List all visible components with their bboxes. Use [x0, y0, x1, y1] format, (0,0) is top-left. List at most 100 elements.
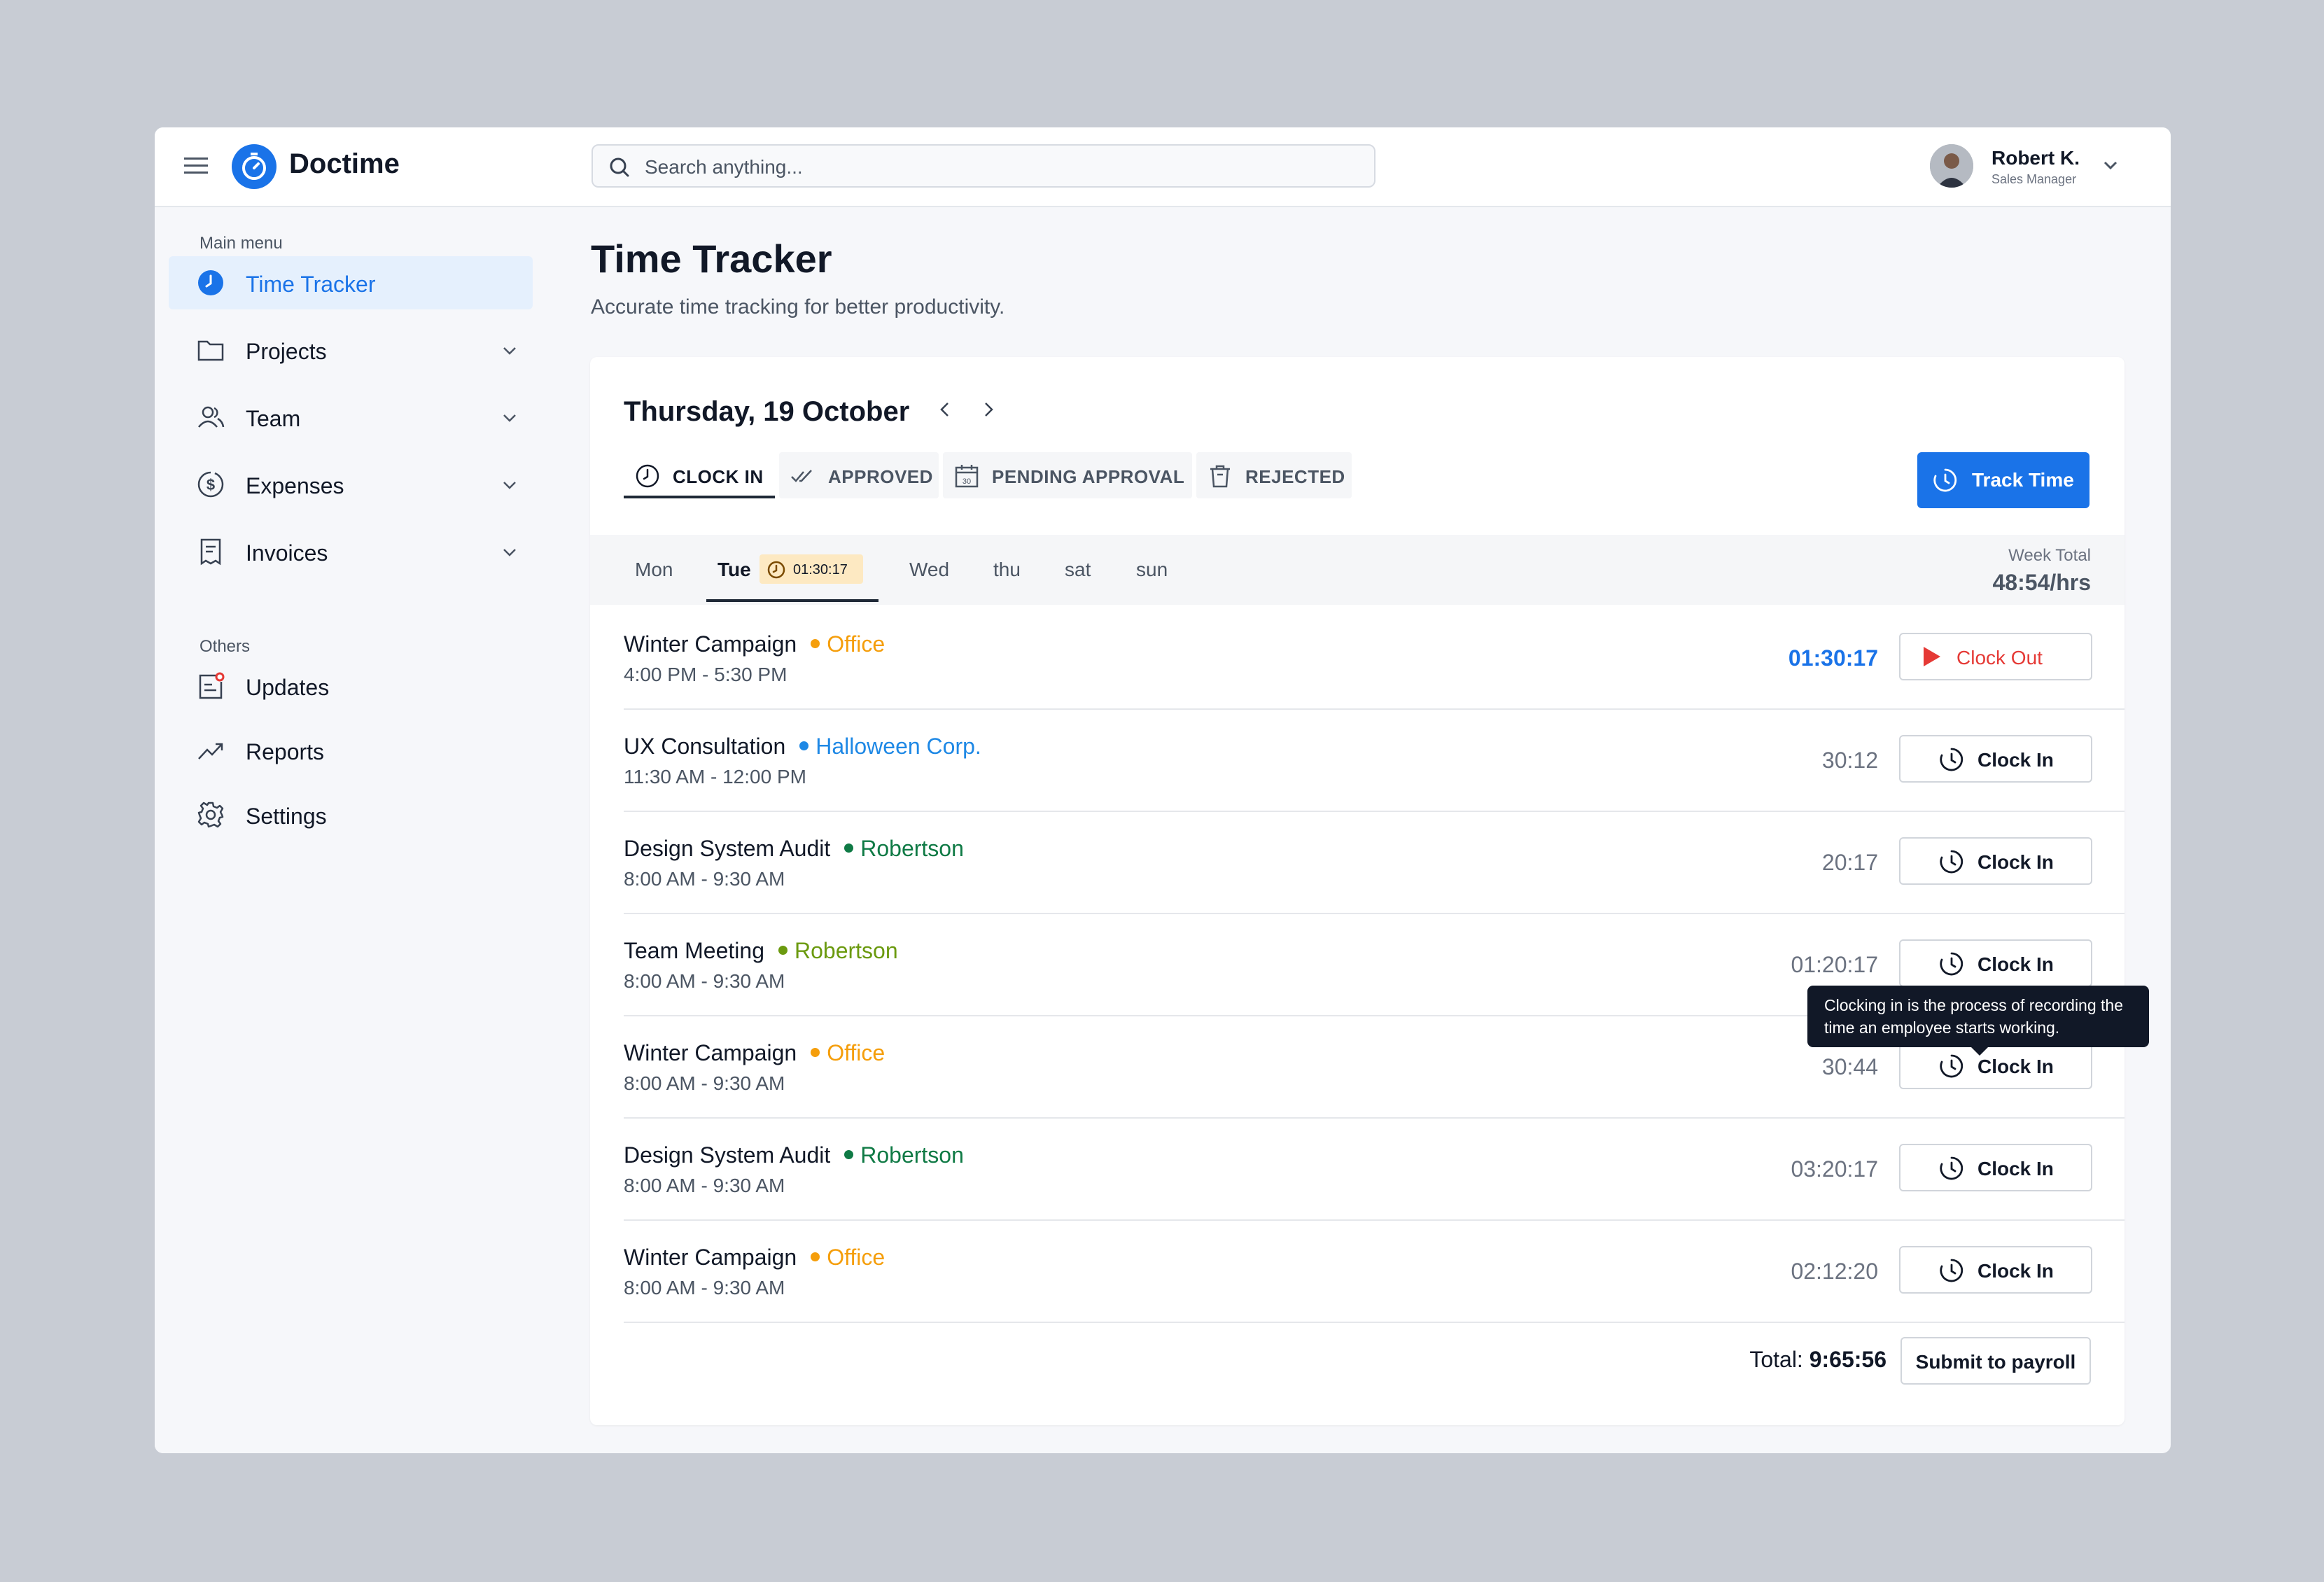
entry-client: Office: [827, 631, 886, 657]
clock-icon: [1933, 468, 1957, 492]
sidebar-item-projects[interactable]: Projects: [169, 323, 533, 377]
svg-text:$: $: [206, 476, 215, 493]
day-tab-sat[interactable]: sat: [1065, 559, 1091, 581]
chevron-down-icon[interactable]: [500, 476, 519, 494]
clock-in-button[interactable]: Clock In: [1899, 735, 2092, 783]
entry-project: Winter Campaign: [624, 1040, 797, 1065]
track-time-button[interactable]: Track Time: [1917, 452, 2090, 508]
tab-label: REJECTED: [1245, 466, 1345, 487]
team-icon: [198, 406, 225, 428]
clock-in-label: Clock In: [1977, 851, 2054, 873]
svg-text:30: 30: [962, 477, 971, 486]
clock-in-button[interactable]: Clock In: [1899, 837, 2092, 885]
avatar[interactable]: [1930, 144, 1973, 188]
clock-in-button[interactable]: Clock In: [1899, 1246, 2092, 1294]
clock-in-label: Clock In: [1977, 1158, 2054, 1180]
updates-icon: [199, 672, 225, 699]
tab-pending-approval[interactable]: 30 PENDING APPROVAL: [943, 452, 1192, 498]
sidebar-item-label: Reports: [246, 739, 325, 764]
time-tracker-card: Thursday, 19 October CLOCK IN APPROVED 3…: [590, 357, 2124, 1425]
double-check-icon: [791, 470, 812, 482]
chevron-down-icon[interactable]: [500, 543, 519, 561]
trash-icon: [1210, 465, 1230, 488]
entry-project: UX Consultation: [624, 734, 786, 759]
invoice-icon: [200, 538, 221, 566]
day-tab-tue[interactable]: Tue: [718, 559, 751, 581]
running-timer-badge: 01:30:17: [760, 554, 863, 584]
folder-icon: [197, 340, 224, 361]
tab-rejected[interactable]: REJECTED: [1196, 452, 1352, 498]
sidebar-item-label: Updates: [246, 675, 330, 700]
clock-in-button[interactable]: Clock In: [1899, 1144, 2092, 1191]
sidebar-item-team[interactable]: Team: [169, 391, 533, 444]
sidebar-item-label: Time Tracker: [246, 272, 376, 297]
clock-out-label: Clock Out: [1956, 647, 2043, 668]
day-tab-thu[interactable]: thu: [993, 559, 1021, 581]
total-summary: Total: 9:65:56: [1749, 1347, 1886, 1373]
page-title: Time Tracker: [591, 237, 832, 281]
entry-client: Halloween Corp.: [816, 734, 981, 759]
sidebar-item-updates[interactable]: Updates: [169, 659, 533, 713]
search-input[interactable]: [643, 153, 1346, 182]
chevron-right-icon[interactable]: [978, 399, 999, 420]
play-icon: [1924, 647, 1940, 666]
clock-icon: [198, 270, 223, 295]
submit-to-payroll-button[interactable]: Submit to payroll: [1900, 1337, 2091, 1385]
time-entry-row: Winter Campaign Office 4:00 PM - 5:30 PM …: [624, 606, 2124, 710]
entry-client: Robertson: [794, 938, 898, 963]
client-dot: [778, 946, 788, 955]
clock-in-button[interactable]: Clock In: [1899, 1042, 2092, 1089]
chevron-down-icon[interactable]: [500, 409, 519, 427]
tab-approved[interactable]: APPROVED: [779, 452, 939, 498]
week-total-value: 48:54/hrs: [1992, 570, 2091, 595]
clock-icon: [1940, 952, 1963, 976]
sidebar-item-expenses[interactable]: $ Expenses: [169, 458, 533, 511]
dollar-icon: $: [197, 471, 224, 498]
clock-in-label: Clock In: [1977, 953, 2054, 975]
active-day-indicator: [706, 599, 878, 602]
main-menu-label: Main menu: [200, 234, 283, 253]
entry-duration: 20:17: [1821, 850, 1878, 875]
day-tab-sun[interactable]: sun: [1136, 559, 1168, 581]
entry-duration: 30:44: [1821, 1054, 1878, 1079]
entry-time-range: 8:00 AM - 9:30 AM: [624, 970, 785, 992]
entry-duration: 02:12:20: [1791, 1259, 1878, 1284]
tab-clock-in[interactable]: CLOCK IN: [624, 452, 775, 498]
client-dot: [811, 1048, 820, 1058]
entry-client: Office: [827, 1245, 886, 1270]
sidebar-item-time-tracker[interactable]: Time Tracker: [169, 256, 533, 309]
clock-in-label: Clock In: [1977, 1056, 2054, 1077]
entry-time-range: 8:00 AM - 9:30 AM: [624, 1277, 785, 1298]
clock-icon: [1940, 1156, 1963, 1180]
sidebar: Main menu Time Tracker Projects Team $ E…: [155, 207, 547, 1453]
chevron-left-icon[interactable]: [934, 399, 955, 420]
sidebar-item-reports[interactable]: Reports: [169, 724, 533, 777]
client-dot: [811, 639, 820, 649]
sidebar-item-invoices[interactable]: Invoices: [169, 525, 533, 578]
entry-duration: 30:12: [1821, 748, 1878, 773]
day-tab-wed[interactable]: Wed: [909, 559, 949, 581]
week-total-label: Week Total: [2008, 546, 2091, 565]
gear-icon: [197, 802, 224, 828]
clock-in-label: Clock In: [1977, 1260, 2054, 1282]
time-entry-row: Design System Audit Robertson 8:00 AM - 9…: [624, 811, 2124, 914]
tab-label: CLOCK IN: [673, 466, 764, 487]
clock-out-button[interactable]: Clock Out: [1899, 633, 2092, 680]
entry-project: Winter Campaign: [624, 1245, 797, 1270]
chevron-down-icon[interactable]: [2101, 155, 2120, 175]
entry-duration: 01:30:17: [1788, 645, 1878, 671]
client-dot: [844, 1150, 854, 1160]
entry-time-range: 8:00 AM - 9:30 AM: [624, 1175, 785, 1196]
chevron-down-icon[interactable]: [500, 342, 519, 360]
search-bar[interactable]: [592, 144, 1376, 188]
total-label: Total:: [1749, 1347, 1803, 1372]
hamburger-menu-icon[interactable]: [183, 153, 209, 179]
day-tab-mon[interactable]: Mon: [635, 559, 673, 581]
entry-time-range: 8:00 AM - 9:30 AM: [624, 868, 785, 890]
entry-project: Design System Audit: [624, 1142, 831, 1168]
clock-in-button[interactable]: Clock In: [1899, 939, 2092, 987]
entry-project: Design System Audit: [624, 836, 831, 861]
sidebar-item-settings[interactable]: Settings: [169, 788, 533, 841]
entry-time-range: 8:00 AM - 9:30 AM: [624, 1072, 785, 1094]
search-icon: [610, 158, 629, 177]
